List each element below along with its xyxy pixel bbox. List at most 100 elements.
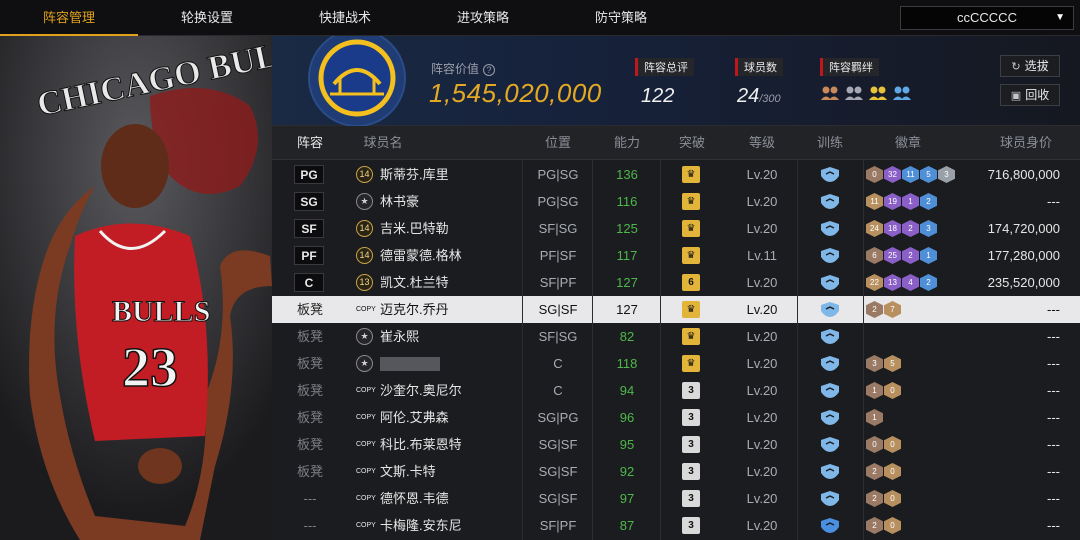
breakthrough-badge[interactable]: 6 (682, 274, 700, 291)
training-icon[interactable] (820, 193, 840, 210)
col-name[interactable]: 球员名 (348, 126, 418, 160)
table-row[interactable]: 板凳 COPY 迈克尔.乔丹 SG|SF 127 ♛ Lv.20 27 --- (272, 296, 1080, 323)
table-row[interactable]: PG 14 斯蒂芬.库里 PG|SG 136 ♛ Lv.20 0 32 11 5 3 7… (272, 161, 1080, 188)
badge-icon[interactable]: 2 (866, 463, 883, 480)
badge-icon[interactable]: 1 (866, 409, 883, 426)
table-row[interactable]: 板凳 ★ 崔永熙 SF|SG 82 ♛ Lv.20 --- (272, 323, 1080, 350)
bond-icon[interactable] (844, 84, 864, 102)
col-position[interactable]: 位置 (522, 126, 594, 160)
table-row[interactable]: SG ★ 林书豪 PG|SG 116 ♛ Lv.20 11 19 1 2 --- (272, 188, 1080, 215)
breakthrough-badge[interactable]: 3 (682, 517, 700, 534)
col-badges[interactable]: 徽章 (863, 126, 953, 160)
table-row[interactable]: 板凳 COPY 阿伦.艾弗森 SG|PG 96 3 Lv.20 1 --- (272, 404, 1080, 431)
help-icon[interactable]: ? (483, 63, 496, 76)
badge-icon[interactable]: 4 (902, 274, 919, 291)
breakthrough-badge[interactable]: ♛ (682, 355, 700, 372)
badge-icon[interactable]: 0 (884, 490, 901, 507)
breakthrough-badge[interactable]: 3 (682, 463, 700, 480)
badge-icon[interactable]: 22 (866, 274, 883, 291)
badge-icon[interactable]: 24 (866, 220, 883, 237)
table-row[interactable]: 板凳 ★ C 118 ♛ Lv.20 35 --- (272, 350, 1080, 377)
table-row[interactable]: C 13 凯文.杜兰特 SF|PF 127 6 Lv.20 22 13 4 2 235… (272, 269, 1080, 296)
training-icon[interactable] (820, 247, 840, 264)
badge-icon[interactable]: 0 (866, 166, 883, 183)
badge-icon[interactable]: 3 (920, 220, 937, 237)
table-row[interactable]: PF 14 德雷蒙德.格林 PF|SF 117 ♛ Lv.11 6 25 2 1 17… (272, 242, 1080, 269)
tab-quick-tactics[interactable]: 快捷战术 (276, 0, 414, 36)
tab-defense[interactable]: 防守策略 (552, 0, 690, 36)
breakthrough-badge[interactable]: 3 (682, 382, 700, 399)
badge-icon[interactable]: 18 (884, 220, 901, 237)
badge-icon[interactable]: 1 (920, 247, 937, 264)
table-row[interactable]: 板凳 COPY 沙奎尔.奥尼尔 C 94 3 Lv.20 10 --- (272, 377, 1080, 404)
account-dropdown[interactable]: ccCCCCC ▼ (900, 6, 1074, 30)
breakthrough-badge[interactable]: ♛ (682, 301, 700, 318)
training-icon[interactable] (820, 463, 840, 480)
badge-icon[interactable]: 2 (866, 517, 883, 534)
badge-icon[interactable]: 6 (866, 247, 883, 264)
col-level[interactable]: 等级 (727, 126, 797, 160)
training-icon[interactable] (820, 220, 840, 237)
badge-icon[interactable]: 5 (920, 166, 937, 183)
badge-icon[interactable]: 3 (938, 166, 955, 183)
badge-icon[interactable]: 2 (920, 274, 937, 291)
recruit-button[interactable]: ↻ 选拔 (1000, 55, 1060, 77)
badge-icon[interactable]: 11 (866, 193, 883, 210)
badge-icon[interactable]: 2 (866, 490, 883, 507)
recycle-button[interactable]: ▣ 回收 (1000, 84, 1060, 106)
col-price[interactable]: 球员身价 (972, 126, 1080, 160)
table-row[interactable]: 板凳 COPY 科比.布莱恩特 SG|SF 95 3 Lv.20 00 --- (272, 431, 1080, 458)
badge-icon[interactable]: 0 (884, 463, 901, 480)
badge-icon[interactable]: 0 (884, 517, 901, 534)
badge-icon[interactable]: 13 (884, 274, 901, 291)
table-row[interactable]: SF 14 吉米.巴特勒 SF|SG 125 ♛ Lv.20 24 18 2 3 17… (272, 215, 1080, 242)
badge-icon[interactable]: 7 (884, 301, 901, 318)
badge-icon[interactable]: 0 (884, 436, 901, 453)
breakthrough-badge[interactable]: ♛ (682, 166, 700, 183)
tab-rotation[interactable]: 轮换设置 (138, 0, 276, 36)
training-icon[interactable] (820, 490, 840, 507)
breakthrough-badge[interactable]: ♛ (682, 193, 700, 210)
badge-icon[interactable]: 2 (866, 301, 883, 318)
training-icon[interactable] (820, 301, 840, 318)
badge-icon[interactable]: 2 (920, 193, 937, 210)
tab-offense[interactable]: 进攻策略 (414, 0, 552, 36)
breakthrough-badge[interactable]: ♛ (682, 220, 700, 237)
bond-icon[interactable] (892, 84, 912, 102)
breakthrough-badge[interactable]: ♛ (682, 328, 700, 345)
breakthrough-badge[interactable]: 3 (682, 436, 700, 453)
training-icon[interactable] (820, 409, 840, 426)
badge-icon[interactable]: 5 (884, 355, 901, 372)
badge-icon[interactable]: 1 (902, 193, 919, 210)
badge-icon[interactable]: 2 (902, 247, 919, 264)
breakthrough-badge[interactable]: ♛ (682, 247, 700, 264)
badge-icon[interactable]: 0 (866, 436, 883, 453)
breakthrough-badge[interactable]: 3 (682, 409, 700, 426)
badge-icon[interactable]: 19 (884, 193, 901, 210)
bond-icon[interactable] (868, 84, 888, 102)
tab-lineup[interactable]: 阵容管理 (0, 0, 138, 36)
bond-icon[interactable] (820, 84, 840, 102)
training-icon[interactable] (820, 355, 840, 372)
col-training[interactable]: 训练 (797, 126, 863, 160)
training-icon[interactable] (820, 274, 840, 291)
training-icon[interactable] (820, 166, 840, 183)
training-icon[interactable] (820, 328, 840, 345)
badge-icon[interactable]: 25 (884, 247, 901, 264)
col-breakthrough[interactable]: 突破 (660, 126, 724, 160)
badge-icon[interactable]: 3 (866, 355, 883, 372)
badge-icon[interactable]: 1 (866, 382, 883, 399)
table-row[interactable]: 板凳 COPY 文斯.卡特 SG|SF 92 3 Lv.20 20 --- (272, 458, 1080, 485)
badge-icon[interactable]: 2 (902, 220, 919, 237)
col-rating[interactable]: 能力 (592, 126, 662, 160)
training-icon[interactable] (820, 436, 840, 453)
col-slot[interactable]: 阵容 (272, 126, 348, 160)
training-icon[interactable] (820, 517, 840, 534)
table-row[interactable]: --- COPY 卡梅隆.安东尼 SF|PF 87 3 Lv.20 20 --- (272, 512, 1080, 539)
badge-icon[interactable]: 0 (884, 382, 901, 399)
table-row[interactable]: --- COPY 德怀恩.韦德 SG|SF 97 3 Lv.20 20 --- (272, 485, 1080, 512)
breakthrough-badge[interactable]: 3 (682, 490, 700, 507)
badge-icon[interactable]: 32 (884, 166, 901, 183)
badge-icon[interactable]: 11 (902, 166, 919, 183)
training-icon[interactable] (820, 382, 840, 399)
